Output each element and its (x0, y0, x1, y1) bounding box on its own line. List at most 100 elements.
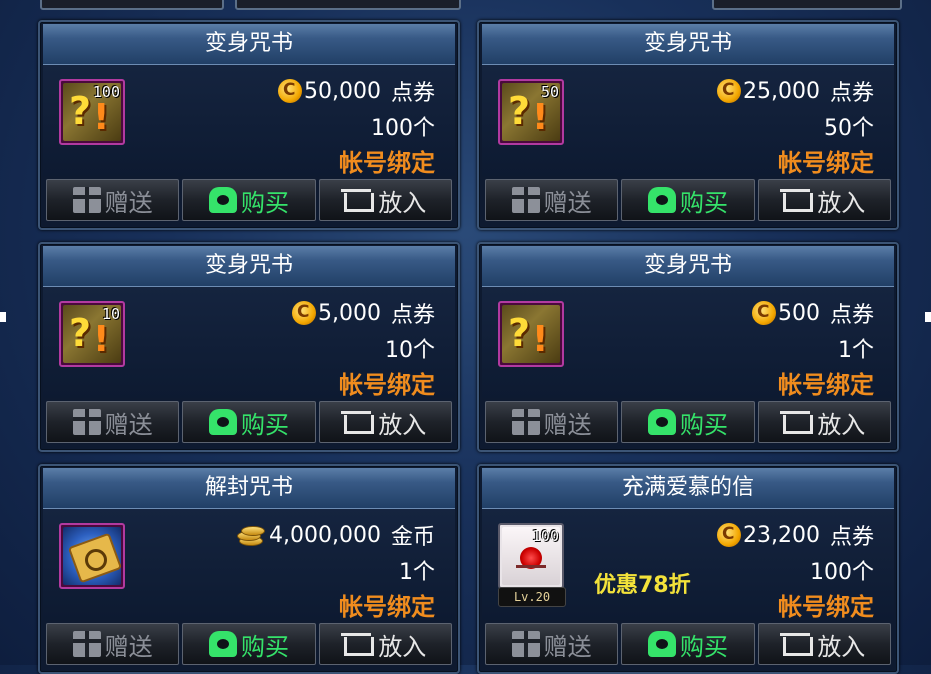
top-tab-middle[interactable] (235, 0, 461, 10)
gift-label: 赠送 (104, 410, 153, 439)
top-strip (0, 0, 931, 10)
item-count: 10个 (385, 338, 435, 363)
item-count: 1个 (838, 338, 874, 363)
item-price: 23,200 点券 (717, 519, 874, 551)
buy-label: 购买 (240, 188, 289, 217)
gift-icon (511, 631, 540, 657)
add-to-cart-button[interactable]: 放入 (757, 623, 891, 665)
item-body: ?! 50 25,000 点券 50个 帐号绑定 (482, 65, 894, 177)
scroll-icon[interactable]: ?! 100 (59, 79, 125, 145)
item-count: 50个 (824, 116, 874, 141)
icon-quantity: 100 (92, 83, 120, 101)
bag-icon (647, 631, 676, 657)
add-to-cart-button[interactable]: 放入 (757, 401, 891, 443)
item-card: 变身咒书 ?! 10 5,000 点券 10个 帐号绑定 赠送 购买 放入 (38, 242, 460, 452)
item-count: 100个 (371, 116, 435, 141)
icon-quantity: 100 (531, 527, 559, 545)
cart-icon (341, 188, 375, 212)
cart-label: 放入 (378, 410, 427, 439)
gift-icon (72, 409, 101, 435)
bag-icon (647, 409, 676, 435)
cart-label: 放入 (817, 632, 866, 661)
buy-button[interactable]: 购买 (182, 179, 316, 221)
gift-label: 赠送 (543, 410, 592, 439)
bind-status: 帐号绑定 (339, 371, 435, 399)
buy-button[interactable]: 购买 (182, 401, 316, 443)
item-body: 100 Lv.20 优惠78折 23,200 点券 100个 帐号绑定 (482, 509, 894, 621)
coupon-icon (717, 523, 741, 547)
currency-label: 点券 (829, 303, 874, 328)
gift-button[interactable]: 赠送 (485, 401, 619, 443)
buy-button[interactable]: 购买 (621, 401, 755, 443)
bag-icon (647, 187, 676, 213)
item-body: 4,000,000 金币 1个 帐号绑定 (43, 509, 455, 621)
letter-icon[interactable]: 100 (498, 523, 564, 589)
bind-status: 帐号绑定 (339, 593, 435, 621)
price-value: 50,000 (304, 78, 381, 104)
cart-label: 放入 (378, 188, 427, 217)
gift-label: 赠送 (104, 188, 153, 217)
bag-icon (208, 631, 237, 657)
currency-label: 点券 (390, 81, 435, 106)
bag-icon (208, 187, 237, 213)
gift-button[interactable]: 赠送 (485, 623, 619, 665)
item-title: 解封咒书 (43, 468, 455, 509)
icon-quantity: 50 (540, 83, 559, 101)
add-to-cart-button[interactable]: 放入 (318, 179, 452, 221)
bind-status: 帐号绑定 (778, 149, 874, 177)
add-to-cart-button[interactable]: 放入 (318, 401, 452, 443)
scroll-icon[interactable]: ?! 50 (498, 79, 564, 145)
gift-button[interactable]: 赠送 (46, 179, 180, 221)
seal-scroll-icon[interactable] (59, 523, 125, 589)
buy-button[interactable]: 购买 (182, 623, 316, 665)
level-badge: Lv.20 (498, 587, 566, 607)
item-body: ?! 100 50,000 点券 100个 帐号绑定 (43, 65, 455, 177)
gift-button[interactable]: 赠送 (46, 401, 180, 443)
coupon-icon (292, 301, 316, 325)
buy-button[interactable]: 购买 (621, 179, 755, 221)
bind-status: 帐号绑定 (778, 593, 874, 621)
buy-label: 购买 (679, 632, 728, 661)
item-title: 变身咒书 (43, 24, 455, 65)
cart-label: 放入 (817, 188, 866, 217)
gift-label: 赠送 (543, 632, 592, 661)
buy-label: 购买 (240, 410, 289, 439)
buy-label: 购买 (679, 188, 728, 217)
discount-label: 优惠78折 (594, 573, 691, 598)
item-title: 变身咒书 (482, 24, 894, 65)
currency-label: 点券 (829, 81, 874, 106)
gold-icon (235, 524, 266, 546)
item-price: 5,000 点券 (292, 297, 435, 329)
coupon-icon (278, 79, 302, 103)
price-value: 500 (777, 300, 820, 326)
item-price: 4,000,000 金币 (235, 519, 435, 551)
scroll-icon[interactable]: ?! (498, 301, 564, 367)
cart-label: 放入 (817, 410, 866, 439)
coupon-icon (717, 79, 741, 103)
buy-label: 购买 (240, 632, 289, 661)
item-price: 50,000 点券 (278, 75, 435, 107)
item-count: 100个 (810, 560, 874, 585)
item-body: ?! 10 5,000 点券 10个 帐号绑定 (43, 287, 455, 399)
currency-label: 金币 (390, 525, 435, 550)
bag-icon (208, 409, 237, 435)
buy-button[interactable]: 购买 (621, 623, 755, 665)
cart-icon (780, 410, 814, 434)
bind-status: 帐号绑定 (778, 371, 874, 399)
scroll-left-icon[interactable] (0, 312, 6, 322)
cart-icon (341, 632, 375, 656)
add-to-cart-button[interactable]: 放入 (757, 179, 891, 221)
add-to-cart-button[interactable]: 放入 (318, 623, 452, 665)
buy-label: 购买 (679, 410, 728, 439)
bind-status: 帐号绑定 (339, 149, 435, 177)
gift-button[interactable]: 赠送 (485, 179, 619, 221)
price-value: 4,000,000 (269, 522, 381, 548)
scroll-icon[interactable]: ?! 10 (59, 301, 125, 367)
item-card: 解封咒书 4,000,000 金币 1个 帐号绑定 赠送 购买 放入 (38, 464, 460, 674)
cart-icon (780, 632, 814, 656)
top-tab-right[interactable] (712, 0, 902, 10)
scroll-right-icon[interactable] (925, 312, 931, 322)
top-tab-left[interactable] (40, 0, 224, 10)
item-body: ?! 500 点券 1个 帐号绑定 (482, 287, 894, 399)
gift-button[interactable]: 赠送 (46, 623, 180, 665)
